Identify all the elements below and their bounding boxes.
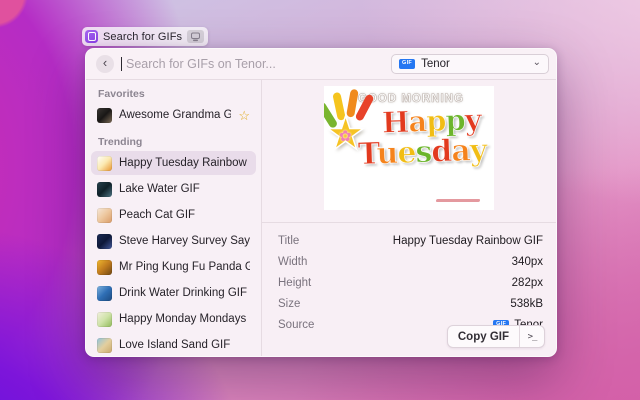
gif-preview-area: GOOD MORNING ★ ✿ Happy Tuesday xyxy=(262,80,556,222)
gif-word-tuesday: Tuesday xyxy=(358,136,487,169)
list-item-label: Peach Cat GIF xyxy=(119,209,195,221)
gif-thumbnail xyxy=(97,312,112,327)
metadata-row: Height 282px xyxy=(262,272,556,293)
list-item[interactable]: Lake Water GIF xyxy=(91,177,256,201)
gif-title-letter: e xyxy=(397,135,416,171)
metadata-value-text: Happy Tuesday Rainbow GIF xyxy=(393,235,543,247)
gif-thumbnail xyxy=(97,234,112,249)
action-button-group: Copy GIF >_ xyxy=(447,325,545,348)
gif-thumbnail xyxy=(97,208,112,223)
sidebar-list: Favorites Awesome Grandma GIF ☆ Trending Hap… xyxy=(86,80,262,356)
metadata-label: Size xyxy=(278,298,300,310)
hotkey-icon xyxy=(190,32,201,42)
metadata-row: Size 538kB xyxy=(262,293,556,314)
watermark-mark xyxy=(436,199,481,202)
source-dropdown-value: Tenor xyxy=(421,58,527,70)
gif-title-letter: u xyxy=(376,135,398,171)
list-item[interactable]: Drink Water Drinking GIF xyxy=(91,281,256,305)
metadata-label: Title xyxy=(278,235,299,247)
list-item-label: Awesome Grandma GIF xyxy=(119,109,231,121)
actions-menu-button[interactable]: >_ xyxy=(520,326,544,347)
metadata-value: 538kB xyxy=(510,298,543,310)
gif-title-letter: y xyxy=(469,132,487,168)
text-caret xyxy=(121,57,122,71)
gif-preview-image: GOOD MORNING ★ ✿ Happy Tuesday xyxy=(324,86,494,210)
list-item[interactable]: Peach Cat GIF xyxy=(91,203,256,227)
list-item-label: Lake Water GIF xyxy=(119,183,200,195)
gif-thumbnail xyxy=(97,182,112,197)
gif-title-letter: a xyxy=(408,104,427,139)
list-item-label: Drink Water Drinking GIF xyxy=(119,287,247,299)
list-item[interactable]: Awesome Grandma GIF ☆ xyxy=(91,103,256,127)
chevron-down-icon: ⌄ xyxy=(533,57,541,68)
search-input[interactable] xyxy=(126,57,384,71)
list-item[interactable]: Mr Ping Kung Fu Panda GIF xyxy=(91,255,256,279)
launcher-pill[interactable]: Search for GIFs xyxy=(82,27,208,46)
window-body: Favorites Awesome Grandma GIF ☆ Trending Hap… xyxy=(86,80,556,356)
favorite-star-icon: ☆ xyxy=(238,109,250,122)
gif-thumbnail xyxy=(97,286,112,301)
list-item[interactable]: Happy Monday Mondays GIF xyxy=(91,307,256,331)
gif-title-letter: p xyxy=(445,103,465,138)
gif-title-letter: p xyxy=(426,104,446,139)
metadata-label: Width xyxy=(278,256,307,268)
section-label: Trending xyxy=(98,136,249,148)
gif-thumbnail xyxy=(97,108,112,123)
list-item[interactable]: Happy Tuesday Rainbow GIF xyxy=(91,151,256,175)
metadata-value: 340px xyxy=(512,256,543,268)
copy-gif-button[interactable]: Copy GIF xyxy=(448,326,519,347)
metadata-value: 282px xyxy=(512,277,543,289)
metadata-row: Title Happy Tuesday Rainbow GIF xyxy=(262,230,556,251)
gif-title-letter: H xyxy=(381,105,409,140)
launcher-pill-label: Search for GIFs xyxy=(103,31,182,43)
metadata-row: Width 340px xyxy=(262,251,556,272)
list-item-label: Mr Ping Kung Fu Panda GIF xyxy=(119,261,250,273)
metadata-value-text: 282px xyxy=(512,277,543,289)
detail-panel: GOOD MORNING ★ ✿ Happy Tuesday xyxy=(262,80,556,356)
metadata-list: Title Happy Tuesday Rainbow GIF Width 340px… xyxy=(262,223,556,335)
gif-thumbnail xyxy=(97,338,112,353)
source-dropdown[interactable]: GIF Tenor ⌄ xyxy=(391,54,549,74)
desktop-wallpaper: Search for GIFs ‹ GIF Tenor ⌄ Favorites A… xyxy=(0,0,640,400)
gif-extension-icon xyxy=(85,30,98,43)
gif-search-window: ‹ GIF Tenor ⌄ Favorites Awesome Grandma G… xyxy=(85,48,557,357)
list-item[interactable]: Steve Harvey Survey Says GIF xyxy=(91,229,256,253)
metadata-label: Source xyxy=(278,319,314,331)
back-button[interactable]: ‹ xyxy=(96,55,114,73)
gif-title-letter: s xyxy=(415,134,432,170)
gif-thumbnail xyxy=(97,260,112,275)
metadata-label: Height xyxy=(278,277,311,289)
list-item-label: Steve Harvey Survey Says GIF xyxy=(119,235,250,247)
metadata-value: Happy Tuesday Rainbow GIF xyxy=(393,235,543,247)
gif-title-letter: d xyxy=(431,134,452,170)
gif-title-words: Happy Tuesday xyxy=(324,108,494,167)
hotkey-badge[interactable] xyxy=(187,30,204,43)
gif-title-letter: T xyxy=(357,136,377,172)
list-item-label: Happy Tuesday Rainbow GIF xyxy=(119,157,250,169)
list-item-label: Happy Monday Mondays GIF xyxy=(119,313,250,325)
gif-title-letter: a xyxy=(451,133,471,169)
list-item-label: Love Island Sand GIF xyxy=(119,339,230,351)
gif-thumbnail xyxy=(97,156,112,171)
metadata-value-text: 340px xyxy=(512,256,543,268)
list-item[interactable]: Love Island Sand GIF xyxy=(91,333,256,356)
gif-badge-icon: GIF xyxy=(399,59,415,69)
metadata-value-text: 538kB xyxy=(510,298,543,310)
search-header: ‹ GIF Tenor ⌄ xyxy=(86,49,556,79)
section-label: Favorites xyxy=(98,88,249,100)
gif-title-letter: y xyxy=(464,102,481,137)
